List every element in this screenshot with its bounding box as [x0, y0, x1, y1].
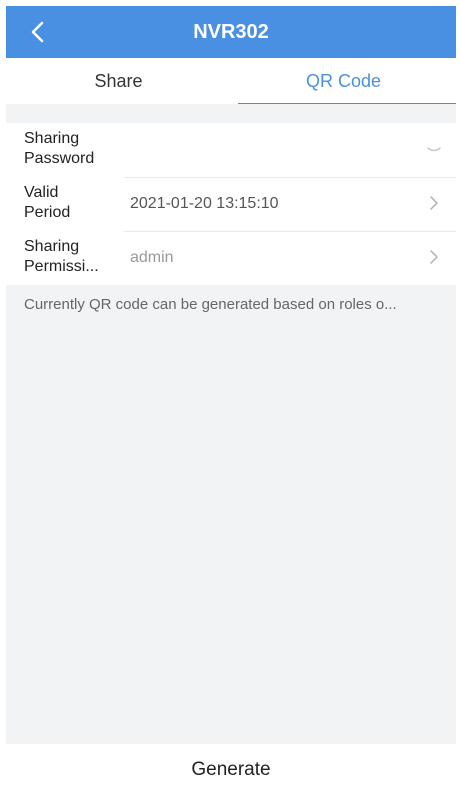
valid-period-label: Valid Period: [24, 183, 114, 223]
valid-period-row[interactable]: Valid Period 2021-01-20 13:15:10: [6, 177, 456, 231]
password-dropdown-toggle[interactable]: [424, 139, 444, 159]
valid-period-chevron[interactable]: [424, 193, 444, 213]
valid-period-value: 2021-01-20 13:15:10: [130, 195, 279, 212]
generate-button[interactable]: Generate: [6, 744, 456, 784]
label-line-2: Permissi...: [24, 258, 99, 275]
tab-qr-code[interactable]: QR Code: [231, 58, 456, 104]
label-line-1: Sharing: [24, 130, 80, 147]
chevron-down-icon: [427, 147, 441, 152]
tab-bar: Share QR Code: [6, 58, 456, 105]
qr-hint-text: Currently QR code can be generated based…: [24, 296, 397, 313]
sharing-password-label: Sharing Password: [24, 129, 114, 169]
chevron-right-icon: [430, 250, 438, 264]
sharing-permission-label: Sharing Permissi...: [24, 237, 114, 277]
sharing-form: Sharing Password Valid Period 2021-01-20…: [6, 123, 456, 285]
page-title: NVR302: [193, 21, 269, 43]
sharing-password-row[interactable]: Sharing Password: [6, 123, 456, 177]
sharing-permission-row[interactable]: Sharing Permissi... admin: [6, 231, 456, 285]
label-line-2: Period: [24, 204, 71, 221]
app-header: NVR302: [6, 6, 456, 58]
label-line-2: Password: [24, 150, 95, 167]
chevron-right-icon: [430, 196, 438, 210]
sharing-permission-chevron[interactable]: [424, 247, 444, 267]
tab-share[interactable]: Share: [6, 58, 231, 104]
sharing-permission-value: admin: [130, 249, 174, 266]
label-line-1: Sharing: [24, 238, 80, 255]
label-line-1: Valid: [24, 184, 59, 201]
